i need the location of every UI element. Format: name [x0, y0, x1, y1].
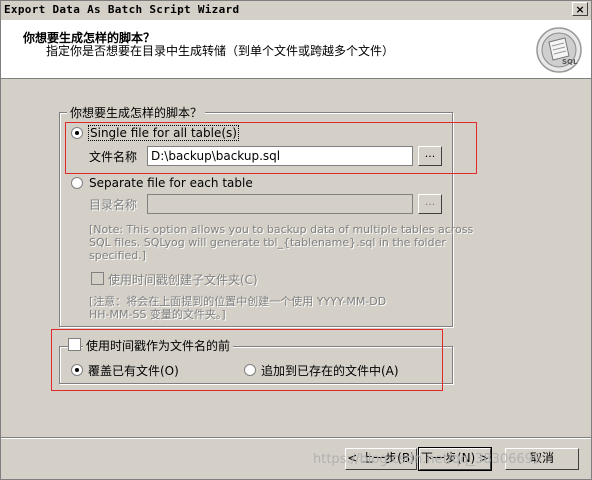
file-name-input[interactable]: D:\backup\backup.sql	[147, 146, 413, 166]
file-browse-button[interactable]: ...	[418, 146, 442, 166]
timestamp-subfolder-label[interactable]: 使用时间戳创建子文件夹(C)	[108, 271, 258, 288]
close-button[interactable]: ×	[572, 2, 588, 16]
file-name-label: 文件名称	[89, 150, 138, 164]
overwrite-radio[interactable]	[71, 364, 83, 376]
cancel-button[interactable]: 取消	[505, 448, 579, 470]
back-button[interactable]: < 上一步(B)	[345, 448, 417, 470]
svg-text:SQL: SQL	[562, 58, 578, 66]
script-type-legend: 你想要生成怎样的脚本？	[67, 104, 206, 121]
timestamp-prefix-checkbox[interactable]	[68, 338, 81, 351]
separate-file-note: [Note: This option allows you to backup …	[89, 223, 473, 262]
overwrite-label[interactable]: 覆盖已有文件(O)	[88, 362, 179, 379]
wizard-header: 你想要生成怎样的脚本？ 指定你是否想要在目录中生成转储（到单个文件或跨越多个文件…	[1, 20, 591, 79]
sql-logo-icon: SQL	[536, 27, 582, 73]
window-title: Export Data As Batch Script Wizard	[4, 3, 240, 16]
note-line: SQL files. SQLyog will generate tbl_{tab…	[89, 236, 446, 249]
separate-file-radio[interactable]	[71, 177, 83, 189]
folder-note: [注意：将会在上面提到的位置中创建一个使用 YYYY-MM-DD HH-MM-S…	[89, 295, 386, 321]
dir-browse-button[interactable]: ...	[418, 194, 442, 214]
next-button[interactable]: 下一步(N) >	[418, 447, 492, 471]
dir-name-input[interactable]	[147, 194, 413, 214]
single-file-label[interactable]: Single file for all table(s)	[88, 125, 239, 141]
timestamp-prefix-label[interactable]: 使用时间戳作为文件名的前	[83, 337, 234, 354]
note-line: HH-MM-SS 变量的文件夹。]	[89, 308, 226, 321]
note-line: specified.]	[89, 249, 147, 262]
title-bar: Export Data As Batch Script Wizard ×	[1, 1, 591, 19]
wizard-window: Export Data As Batch Script Wizard × 你想要…	[0, 0, 592, 480]
footer-separator	[1, 437, 591, 439]
append-radio[interactable]	[244, 364, 256, 376]
separate-file-label[interactable]: Separate file for each table	[89, 176, 253, 190]
timestamp-subfolder-checkbox[interactable]	[91, 272, 104, 285]
page-subtitle: 指定你是否想要在目录中生成转储（到单个文件或跨越多个文件）	[46, 44, 395, 58]
append-label[interactable]: 追加到已存在的文件中(A)	[261, 362, 399, 379]
note-line: [Note: This option allows you to backup …	[89, 223, 474, 236]
dir-name-label: 目录名称	[89, 198, 138, 212]
single-file-radio[interactable]	[71, 127, 83, 139]
note-line: [注意：将会在上面提到的位置中创建一个使用 YYYY-MM-DD	[89, 295, 387, 308]
